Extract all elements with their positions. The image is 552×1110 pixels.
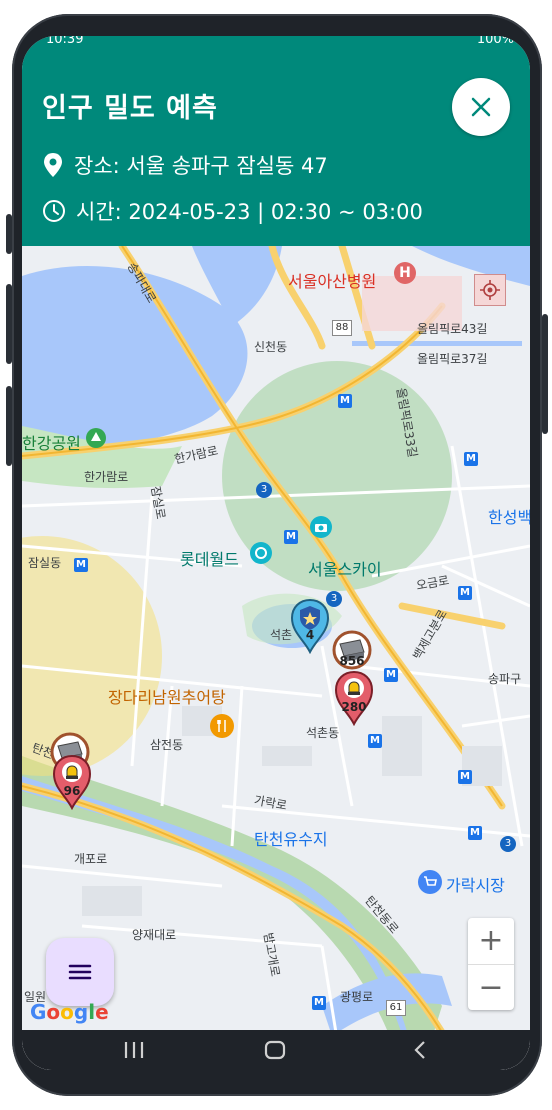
map-label: 올림픽로43길	[417, 322, 488, 336]
park-icon[interactable]	[86, 428, 106, 448]
map-label: 한가람로	[84, 470, 129, 484]
metro-station-icon[interactable]: M	[368, 734, 382, 748]
my-location-button[interactable]	[474, 274, 506, 306]
page-title: 인구 밀도 예측	[42, 93, 218, 124]
volume-button	[6, 214, 12, 254]
police-icon	[290, 598, 330, 655]
home-icon	[264, 1040, 286, 1060]
alarm-icon	[334, 670, 374, 727]
map-label: 양재대로	[132, 928, 177, 942]
route-shield: 3	[500, 836, 516, 852]
recent-apps-icon	[124, 1042, 144, 1058]
map-label: 한강공원	[22, 434, 81, 453]
menu-button[interactable]	[46, 938, 114, 1006]
marker-count: 4	[305, 628, 315, 642]
map-view[interactable]: 송파대로 서울아산병원 H 올림픽로43길 올림픽로37길 신천동 올림픽로33…	[22, 246, 530, 1070]
alarm-marker[interactable]: 280	[334, 670, 374, 727]
metro-station-icon[interactable]: M	[458, 586, 472, 600]
volume-button	[6, 386, 12, 466]
crosshair-icon	[480, 280, 500, 300]
zoom-control: + −	[468, 918, 514, 1010]
close-button[interactable]	[452, 78, 510, 136]
status-bar: 10:39 100%	[22, 36, 530, 50]
map-label: 광평로	[340, 990, 374, 1004]
location-row: 장소: 서울 송파구 잠실동 47	[42, 150, 328, 180]
alarm-icon	[52, 754, 92, 811]
alarm-marker[interactable]: 96	[52, 754, 92, 811]
time-row: 시간: 2024-05-23 | 02:30 ~ 03:00	[42, 196, 423, 226]
map-label: 롯데월드	[180, 550, 239, 569]
metro-station-icon[interactable]: M	[468, 826, 482, 840]
restaurant-icon[interactable]	[210, 714, 234, 738]
marker-count: 280	[341, 700, 367, 714]
amusement-park-icon[interactable]	[250, 542, 272, 564]
zoom-out-button[interactable]: −	[468, 965, 514, 1011]
marker-count: 856	[339, 654, 365, 668]
route-shield: 88	[332, 320, 352, 336]
volume-button	[6, 284, 12, 364]
google-logo: Google	[30, 1000, 109, 1024]
police-marker[interactable]: 4	[290, 598, 330, 655]
location-text: 장소: 서울 송파구 잠실동 47	[74, 154, 328, 178]
hospital-icon[interactable]: H	[394, 262, 416, 284]
metro-station-icon[interactable]: M	[312, 996, 326, 1010]
power-button	[542, 314, 548, 434]
map-label: 한성백	[488, 508, 530, 527]
camera-icon[interactable]	[310, 516, 332, 538]
header: 인구 밀도 예측 장소: 서울 송파구 잠실동 47 시간: 2024-05-2…	[22, 50, 530, 246]
menu-icon	[68, 964, 92, 980]
zoom-in-button[interactable]: +	[468, 918, 514, 965]
map-label: 석촌	[270, 628, 293, 642]
map-label: 송파구	[488, 672, 522, 686]
metro-station-icon[interactable]: M	[284, 530, 298, 544]
map-label: 서울아산병원	[288, 272, 377, 291]
metro-station-icon[interactable]: M	[458, 770, 472, 784]
map-label: 가락시장	[446, 876, 505, 895]
location-pin-icon	[44, 153, 62, 177]
map-label: 신천동	[254, 340, 288, 354]
map-label: 삼전동	[150, 738, 184, 752]
route-shield: 61	[386, 1000, 406, 1016]
system-nav-bar	[22, 1030, 530, 1070]
app-screen: 10:39 100% 인구 밀도 예측 장소: 서울 송파구 잠실동 47 시간…	[22, 36, 530, 1070]
back-icon	[414, 1041, 425, 1059]
map-label: 석촌동	[306, 726, 340, 740]
nav-icons	[124, 1040, 425, 1060]
map-label: 서울스카이	[308, 560, 382, 579]
marker-count: 96	[63, 784, 81, 798]
map-label: 탄천유수지	[254, 830, 328, 849]
map-label: 잠실동	[28, 556, 62, 570]
map-label: 올림픽로37길	[417, 352, 488, 366]
metro-station-icon[interactable]: M	[74, 558, 88, 572]
map-label: 개포로	[74, 852, 108, 866]
route-shield: 3	[256, 482, 272, 498]
metro-station-icon[interactable]: M	[464, 452, 478, 466]
status-time: 10:39	[46, 36, 84, 47]
map-label: 장다리남원추어탕	[108, 688, 226, 707]
time-range-text: 시간: 2024-05-23 | 02:30 ~ 03:00	[76, 200, 423, 224]
battery-level: 100%	[476, 36, 514, 47]
metro-station-icon[interactable]: M	[338, 394, 352, 408]
clock-icon	[43, 200, 65, 222]
close-icon	[471, 97, 491, 117]
shopping-cart-icon[interactable]	[418, 870, 442, 894]
metro-station-icon[interactable]: M	[384, 668, 398, 682]
